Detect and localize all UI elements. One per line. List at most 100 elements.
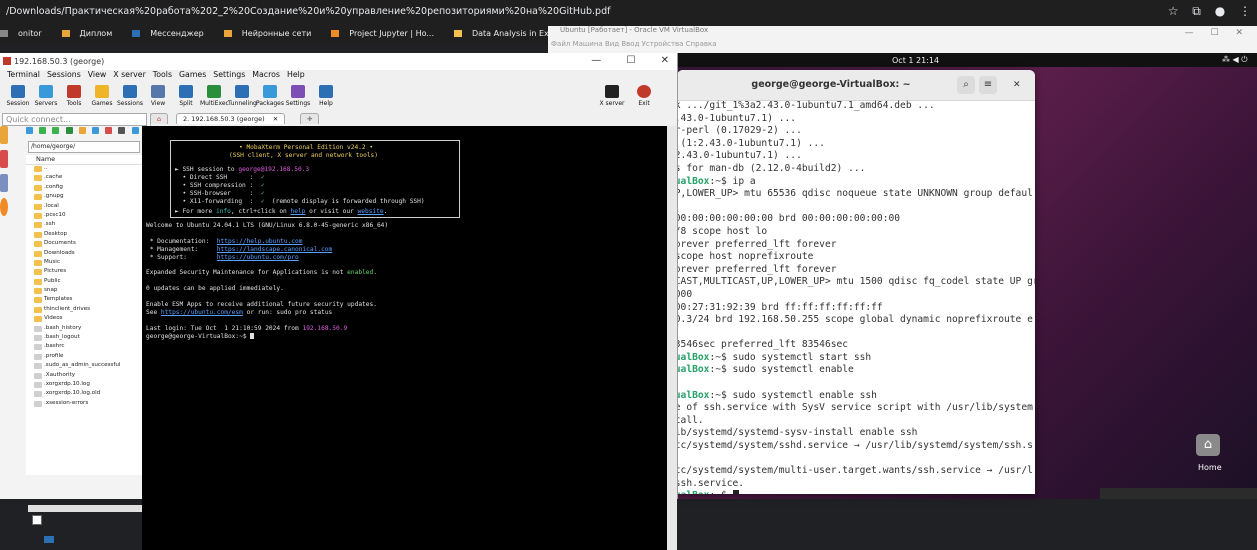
browser-url[interactable]: /Downloads/Практическая%20работа%202_2%2… — [6, 6, 610, 17]
menu-games[interactable]: Games — [179, 70, 206, 79]
file-row[interactable]: Downloads — [26, 250, 148, 259]
toolbar-help[interactable]: Help — [312, 83, 340, 107]
file-row[interactable]: .config — [26, 184, 148, 193]
file-row[interactable]: .bash_history — [26, 325, 148, 334]
follow-terminal-folder[interactable]: Follow terminal folder — [32, 515, 133, 525]
home-tab-icon[interactable]: ⌂ — [150, 113, 169, 124]
toolbar-tunneling[interactable]: Tunneling — [228, 83, 257, 107]
filter-icon[interactable] — [131, 127, 139, 134]
file-row[interactable]: Public — [26, 278, 148, 287]
folder-icon — [34, 316, 42, 323]
toolbar-xserver[interactable]: X server — [598, 83, 626, 107]
bookmark-item[interactable]: Project Jupyter | Ho... — [331, 29, 444, 38]
file-row[interactable]: .xorgxrdp.10.log — [26, 381, 148, 390]
side-tabs — [0, 126, 8, 266]
file-row[interactable]: .xsession-errors — [26, 400, 148, 409]
new-file-icon[interactable] — [91, 127, 99, 134]
file-row[interactable]: .bashrc — [26, 343, 148, 352]
file-row[interactable]: .local — [26, 203, 148, 212]
gnome-terminal-window[interactable]: george@george-VirtualBox: ~ ⌕ ≡ ✕ ck ...… — [677, 70, 1035, 494]
upload-icon[interactable] — [52, 127, 60, 134]
new-tab-icon[interactable]: ✚ — [300, 113, 320, 124]
menu-settings[interactable]: Settings — [213, 70, 245, 79]
remote-monitoring[interactable]: Remote monitoring — [44, 535, 135, 544]
horizontal-scrollbar[interactable] — [28, 505, 148, 512]
file-row[interactable]: .cache — [26, 174, 148, 183]
sessions-star-icon[interactable] — [0, 126, 8, 144]
home-folder-icon[interactable]: ⌂ — [1196, 434, 1220, 456]
extensions-icon[interactable]: ⧉ — [1192, 4, 1201, 18]
quick-connect-input[interactable]: Quick connect... — [2, 113, 147, 126]
toolbar-sessions[interactable]: Sessions — [116, 83, 144, 107]
bookmark-item[interactable]: Диплом — [61, 29, 123, 38]
toolbar-split[interactable]: Split — [172, 83, 200, 107]
vbox-menu[interactable]: Файл Машина Вид Ввод Устройства Справка — [551, 40, 717, 48]
toolbar-packages[interactable]: Packages — [256, 83, 284, 107]
maximize-icon[interactable]: ☐ — [626, 55, 635, 66]
file-row[interactable]: Music — [26, 259, 148, 268]
follow-checkbox[interactable] — [32, 515, 42, 525]
hamburger-menu-icon[interactable]: ≡ — [979, 76, 997, 94]
menu-tools[interactable]: Tools — [153, 70, 172, 79]
minimize-icon[interactable]: — — [591, 55, 601, 66]
path-field[interactable]: /home/george/ — [28, 141, 140, 153]
download-icon[interactable] — [39, 127, 47, 134]
menu-view[interactable]: View — [88, 70, 107, 79]
close-icon[interactable]: ✕ — [1013, 80, 1021, 90]
file-row[interactable]: snap — [26, 287, 148, 296]
close-icon[interactable]: ✕ — [661, 55, 669, 66]
tab-close-icon[interactable]: ✕ — [273, 115, 278, 123]
gnome-terminal-output[interactable]: ck .../git_1%3a2.43.0-1ubuntu7.1_amd64.d… — [677, 100, 1035, 494]
file-row[interactable]: .Xauthority — [26, 372, 148, 381]
file-row[interactable]: Pictures — [26, 268, 148, 277]
tools-icon[interactable] — [0, 150, 8, 168]
menu-x-server[interactable]: X server — [113, 70, 146, 79]
sftp-icon[interactable] — [0, 198, 8, 216]
toolbar-games[interactable]: Games — [88, 83, 116, 107]
bookmark-item[interactable]: onitor — [0, 29, 52, 38]
menu-macros[interactable]: Macros — [252, 70, 280, 79]
terminal-icon[interactable] — [118, 127, 126, 134]
file-row[interactable]: Videos — [26, 315, 148, 324]
bookmark-item[interactable]: Нейронные сети — [223, 29, 322, 38]
toolbar-session[interactable]: Session — [4, 83, 32, 107]
file-row[interactable]: .ssh — [26, 221, 148, 230]
file-row[interactable]: .sudo_as_admin_successful — [26, 362, 148, 371]
refresh-icon[interactable] — [65, 127, 73, 134]
bookmark-item[interactable]: Мессенджер — [132, 29, 214, 38]
file-row[interactable]: thinclient_drives — [26, 306, 148, 315]
toolbar-exit[interactable]: Exit — [630, 83, 658, 107]
menu-help[interactable]: Help — [287, 70, 305, 79]
ubuntu-tray[interactable]: ⁂ ◀ ⏻ — [1222, 55, 1248, 65]
file-row[interactable]: .profile — [26, 353, 148, 362]
macros-icon[interactable] — [0, 174, 8, 192]
file-row[interactable]: Templates — [26, 296, 148, 305]
browser-menu-icon[interactable]: ⋮ — [1239, 4, 1251, 18]
toolbar-tools[interactable]: Tools — [60, 83, 88, 107]
file-row[interactable]: .gnupg — [26, 193, 148, 202]
new-folder-icon[interactable] — [78, 127, 86, 134]
session-tab[interactable]: 2. 192.168.50.3 (george) ✕ — [176, 113, 286, 124]
menu-sessions[interactable]: Sessions — [47, 70, 81, 79]
up-folder-icon[interactable] — [26, 127, 33, 134]
bookmark-star-icon[interactable]: ☆ — [1168, 4, 1179, 18]
file-row[interactable]: .xorgxrdp.10.log.old — [26, 390, 148, 399]
file-row[interactable]: Documents — [26, 240, 148, 249]
file-row[interactable]: Desktop — [26, 231, 148, 240]
ubuntu-clock[interactable]: Oct 1 21:14 — [892, 56, 939, 65]
bookmark-item[interactable]: Data Analysis in Exc... — [453, 29, 548, 38]
toolbar-servers[interactable]: Servers — [32, 83, 60, 107]
file-row[interactable]: .bash_logout — [26, 334, 148, 343]
profile-icon[interactable]: ● — [1215, 4, 1225, 18]
moba-terminal[interactable]: • MobaXterm Personal Edition v24.2 • (SSH… — [142, 126, 667, 550]
toolbar-settings[interactable]: Settings — [284, 83, 312, 107]
toolbar-multiexec[interactable]: MultiExec — [200, 83, 229, 107]
search-icon[interactable]: ⌕ — [957, 76, 975, 94]
terminal-scrollbar[interactable] — [667, 126, 677, 550]
file-row[interactable]: .pcsc10 — [26, 212, 148, 221]
file-row[interactable]: .. — [26, 165, 148, 174]
file-list-header[interactable]: Name — [26, 155, 148, 165]
menu-terminal[interactable]: Terminal — [7, 70, 40, 79]
delete-icon[interactable] — [105, 127, 113, 134]
toolbar-view[interactable]: View — [144, 83, 172, 107]
